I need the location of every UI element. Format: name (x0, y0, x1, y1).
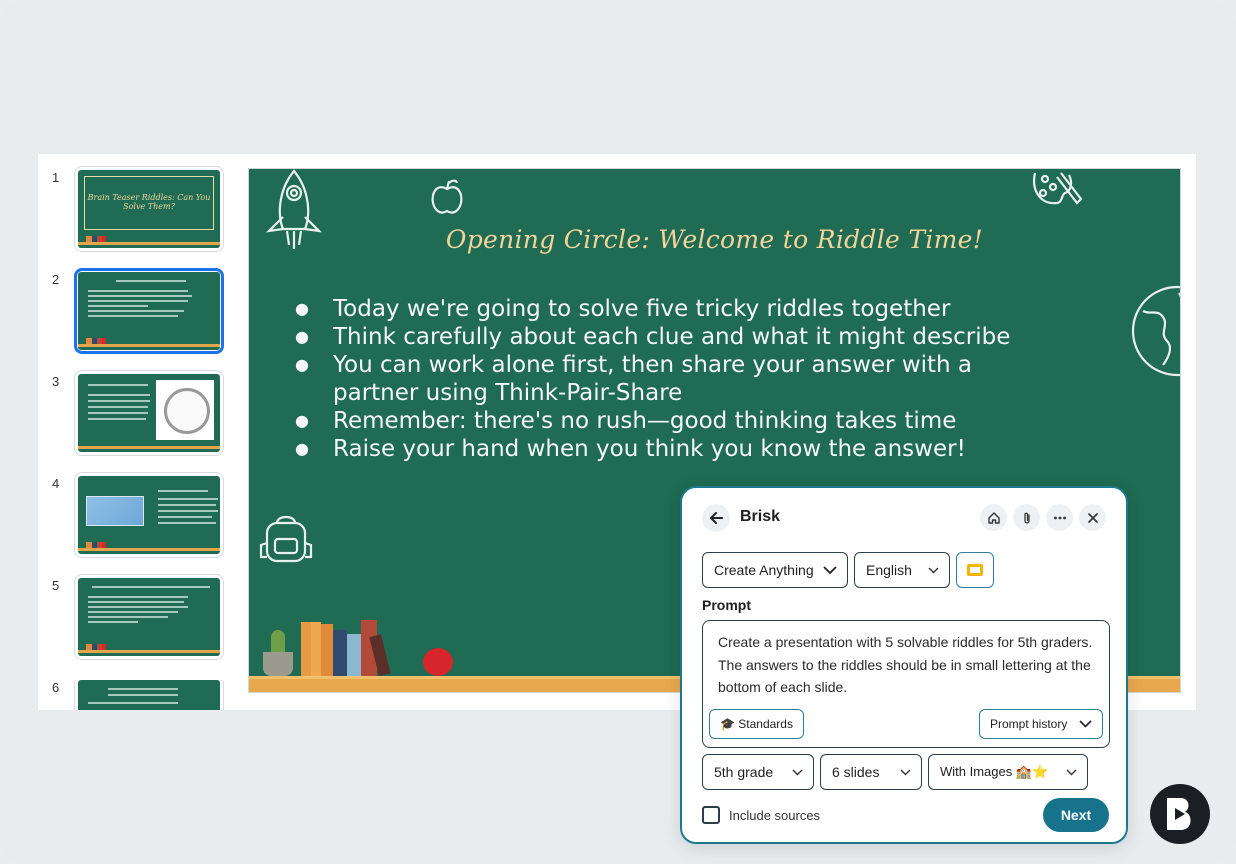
bullet-item: Today we're going to solve five tricky r… (295, 295, 1015, 323)
globe-doodle (1131, 285, 1180, 377)
thumbnail-number: 5 (52, 578, 60, 593)
app-frame: 1 Brain Teaser Riddles: Can You Solve Th… (0, 0, 1236, 864)
thumbnail-number: 4 (52, 476, 60, 491)
google-slides-icon (967, 564, 983, 576)
tool-select[interactable]: Create Anything (702, 552, 848, 588)
next-button[interactable]: Next (1043, 798, 1109, 832)
images-select-value: With Images 🏫⭐ (940, 764, 1049, 779)
chevron-down-icon (1066, 769, 1077, 775)
images-select[interactable]: With Images 🏫⭐ (928, 754, 1088, 790)
paperclip-icon (1023, 512, 1030, 524)
bullet-item: You can work alone first, then share you… (295, 351, 1015, 407)
books-illustration (263, 612, 463, 676)
clock-image (156, 380, 214, 440)
include-sources-option[interactable]: Include sources (702, 806, 820, 824)
brisk-title: Brisk (740, 508, 781, 525)
home-icon (987, 511, 1000, 524)
slide-thumbnail[interactable]: Brain Teaser Riddles: Can You Solve Them… (74, 166, 224, 252)
prompt-label: Prompt (702, 597, 751, 613)
include-sources-checkbox[interactable] (702, 806, 720, 824)
slide-bullet-list: Today we're going to solve five tricky r… (295, 295, 1015, 463)
prompt-history-label: Prompt history (990, 717, 1068, 731)
brisk-panel: Brisk Create Anything English Prompt Cre… (680, 486, 1128, 844)
thumbnail-number: 2 (52, 272, 60, 287)
slide-title: Opening Circle: Welcome to Riddle Time! (445, 225, 984, 254)
chevron-down-icon (823, 565, 837, 574)
brisk-logo-icon (1167, 798, 1191, 830)
brisk-header: Brisk (702, 504, 1106, 532)
chevron-down-icon (928, 567, 939, 573)
thumbnail-number: 1 (52, 170, 60, 185)
grade-select[interactable]: 5th grade (702, 754, 814, 790)
brisk-logo (1150, 784, 1210, 844)
chevron-down-icon (1079, 720, 1092, 728)
prompt-input[interactable]: Create a presentation with 5 solvable ri… (702, 620, 1110, 748)
thumbnail-title: Brain Teaser Riddles: Can You Solve Them… (84, 176, 214, 230)
home-button[interactable] (980, 504, 1007, 531)
apple-doodle (431, 179, 463, 214)
prompt-text[interactable]: Create a presentation with 5 solvable ri… (718, 631, 1095, 699)
language-select[interactable]: English (854, 552, 950, 588)
thumbnail-row-6[interactable]: 6 (52, 680, 232, 710)
close-icon (1087, 512, 1098, 523)
header-icons (980, 504, 1106, 531)
language-select-value: English (866, 562, 912, 578)
slide-thumbnail[interactable] (74, 680, 224, 710)
chevron-down-icon (900, 769, 911, 775)
standards-button[interactable]: 🎓 Standards (709, 709, 804, 739)
more-icon (1053, 516, 1066, 519)
palette-doodle (1033, 172, 1083, 205)
slide-thumbnail-selected[interactable] (74, 268, 224, 354)
backpack-doodle (259, 515, 313, 563)
google-slides-button[interactable] (956, 552, 994, 588)
slides-count-value: 6 slides (832, 764, 880, 780)
include-sources-label: Include sources (729, 807, 821, 823)
prompt-history-button[interactable]: Prompt history (979, 709, 1103, 739)
chevron-down-icon (792, 769, 803, 775)
arrow-left-icon (710, 512, 723, 524)
bullet-item: Remember: there's no rush—good thinking … (295, 407, 1015, 435)
slide-thumbnail[interactable] (74, 574, 224, 660)
bullet-item: Think carefully about each clue and what… (295, 323, 1015, 351)
attach-button[interactable] (1013, 504, 1040, 531)
slide-thumbnail[interactable] (74, 370, 224, 456)
thumbnail-number: 6 (52, 680, 60, 695)
tool-select-value: Create Anything (714, 562, 814, 578)
slide-thumbnail[interactable] (74, 472, 224, 558)
world-map-image (86, 496, 144, 526)
thumbnail-number: 3 (52, 374, 60, 389)
slides-count-select[interactable]: 6 slides (820, 754, 922, 790)
grade-select-value: 5th grade (714, 764, 774, 780)
back-button[interactable] (702, 504, 730, 532)
more-button[interactable] (1046, 504, 1073, 531)
bullet-item: Raise your hand when you think you know … (295, 435, 1015, 463)
close-button[interactable] (1079, 504, 1106, 531)
